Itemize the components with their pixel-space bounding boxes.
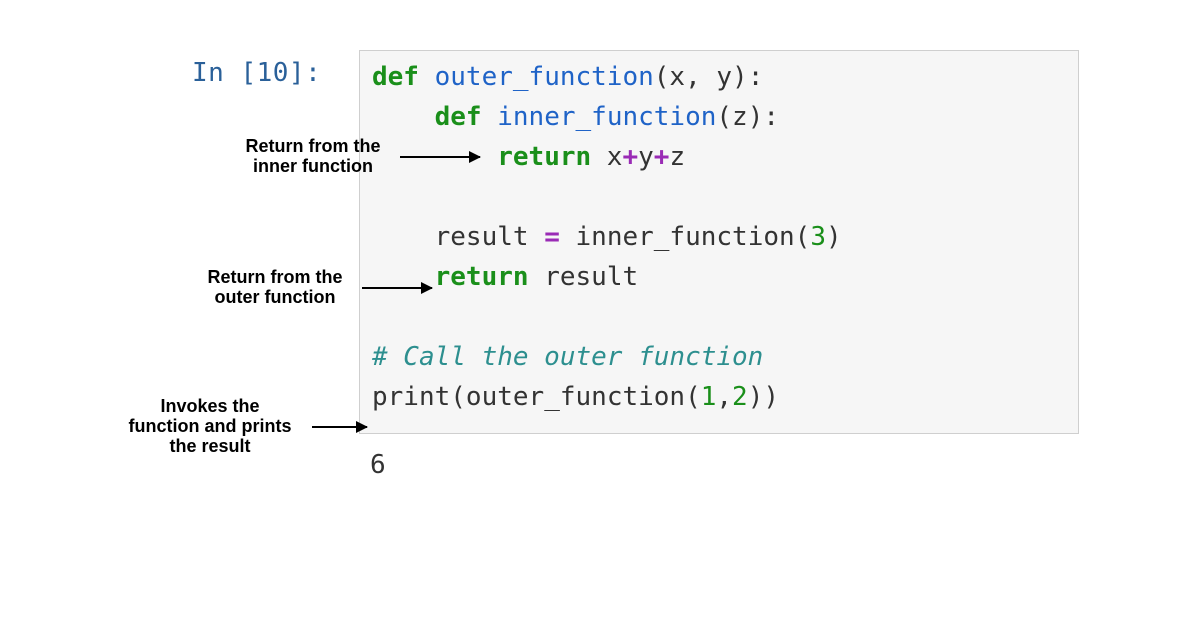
code-line-9: print(outer_function(1,2)) bbox=[372, 377, 1066, 417]
code-line-5: result = inner_function(3) bbox=[372, 217, 1066, 257]
annotation-invoke: Invokes the function and prints the resu… bbox=[110, 396, 310, 456]
arrow-inner-return bbox=[400, 156, 480, 158]
figure-stage: In [10]: def outer_function(x, y): def i… bbox=[0, 0, 1200, 630]
code-line-1: def outer_function(x, y): bbox=[372, 57, 1066, 97]
annotation-inner-return: Return from the inner function bbox=[228, 136, 398, 176]
annotation-outer-return: Return from the outer function bbox=[190, 267, 360, 307]
code-line-6: return result bbox=[372, 257, 1066, 297]
cell-prompt: In [10]: bbox=[192, 58, 321, 88]
cell-output: 6 bbox=[370, 450, 386, 480]
arrow-outer-return bbox=[362, 287, 432, 289]
code-cell: def outer_function(x, y): def inner_func… bbox=[359, 50, 1079, 434]
code-line-4 bbox=[372, 177, 1066, 217]
code-line-2: def inner_function(z): bbox=[372, 97, 1066, 137]
arrow-invoke bbox=[312, 426, 367, 428]
code-line-7 bbox=[372, 297, 1066, 337]
code-line-8: # Call the outer function bbox=[372, 337, 1066, 377]
